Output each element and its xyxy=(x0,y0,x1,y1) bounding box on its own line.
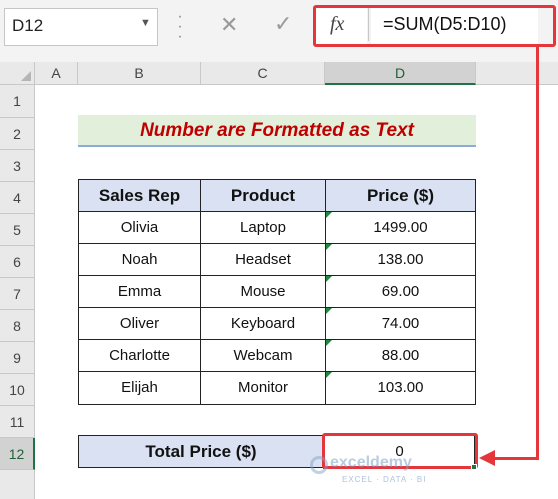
table-cell-price[interactable]: 138.00 xyxy=(325,243,476,276)
table-cell-sales-rep[interactable]: Emma xyxy=(78,275,201,308)
row-header-7[interactable]: 7 xyxy=(0,278,35,310)
column-header-b[interactable]: B xyxy=(78,62,201,85)
row-header-4[interactable]: 4 xyxy=(0,182,35,214)
page-title: Number are Formatted as Text xyxy=(140,120,414,141)
table-cell-product[interactable]: Webcam xyxy=(200,339,326,372)
text-number-error-icon xyxy=(326,308,332,314)
connector-line-horizontal xyxy=(494,457,539,460)
enter-check-icon[interactable]: ✓ xyxy=(274,11,292,37)
select-all-icon xyxy=(21,71,31,81)
price-value: 88.00 xyxy=(381,347,420,364)
cancel-icon[interactable]: ✕ xyxy=(220,12,238,38)
row-header-9[interactable]: 9 xyxy=(0,342,35,374)
table-cell-price[interactable]: 1499.00 xyxy=(325,211,476,244)
column-header-d[interactable]: D xyxy=(325,62,476,85)
table-cell-product[interactable]: Monitor xyxy=(200,371,326,405)
table-cell-product[interactable]: Mouse xyxy=(200,275,326,308)
name-box-value: D12 xyxy=(12,16,44,35)
price-value: 138.00 xyxy=(377,251,424,268)
table-cell-sales-rep[interactable]: Olivia xyxy=(78,211,201,244)
text-number-error-icon xyxy=(326,276,332,282)
column-header-e[interactable] xyxy=(476,62,558,85)
connector-line-vertical xyxy=(536,46,539,460)
table-cell-sales-rep[interactable]: Elijah xyxy=(78,371,201,405)
row-header-2[interactable]: 2 xyxy=(0,118,35,150)
row-header-5[interactable]: 5 xyxy=(0,214,35,246)
text-number-error-icon xyxy=(326,244,332,250)
row-header-8[interactable]: 8 xyxy=(0,310,35,342)
row-header-3[interactable]: 3 xyxy=(0,150,35,182)
table-cell-price[interactable]: 88.00 xyxy=(325,339,476,372)
row-header-13[interactable] xyxy=(0,470,35,499)
row-header-10[interactable]: 10 xyxy=(0,374,35,406)
watermark-brand: exceldemy xyxy=(330,454,412,471)
table-header-price: Price ($) xyxy=(325,179,476,212)
row-header-1[interactable]: 1 xyxy=(0,85,35,118)
table-cell-price[interactable]: 69.00 xyxy=(325,275,476,308)
table-cell-product[interactable]: Headset xyxy=(200,243,326,276)
text-number-error-icon xyxy=(326,212,332,218)
table-cell-sales-rep[interactable]: Charlotte xyxy=(78,339,201,372)
price-value: 69.00 xyxy=(381,283,420,300)
table-cell-product[interactable]: Keyboard xyxy=(200,307,326,340)
dropdown-arrow-icon[interactable]: ▼ xyxy=(140,17,151,29)
watermark-tagline: EXCEL · DATA · BI xyxy=(342,475,427,484)
arrow-left-icon xyxy=(479,450,495,466)
table-cell-price[interactable]: 74.00 xyxy=(325,307,476,340)
price-value: 1499.00 xyxy=(373,219,428,236)
fill-handle[interactable] xyxy=(471,464,477,470)
table-cell-product[interactable]: Laptop xyxy=(200,211,326,244)
total-label[interactable]: Total Price ($) xyxy=(78,435,324,468)
row-header-6[interactable]: 6 xyxy=(0,246,35,278)
row-header-11[interactable]: 11 xyxy=(0,406,35,438)
column-header-a[interactable]: A xyxy=(35,62,78,85)
table-cell-price[interactable]: 103.00 xyxy=(325,371,476,405)
text-number-error-icon xyxy=(326,372,332,378)
exceldemy-logo-icon xyxy=(310,456,328,474)
row-header-12[interactable]: 12 xyxy=(0,438,35,470)
table-header-product: Product xyxy=(200,179,326,212)
price-value: 74.00 xyxy=(381,315,420,332)
table-cell-sales-rep[interactable]: Noah xyxy=(78,243,201,276)
table-header-sales-rep: Sales Rep xyxy=(78,179,201,212)
column-header-c[interactable]: C xyxy=(201,62,325,85)
price-value: 103.00 xyxy=(377,379,424,396)
highlight-box-formula xyxy=(313,5,556,47)
table-cell-sales-rep[interactable]: Oliver xyxy=(78,307,201,340)
text-number-error-icon xyxy=(326,340,332,346)
splitter-handle[interactable]: · · · xyxy=(174,9,186,45)
